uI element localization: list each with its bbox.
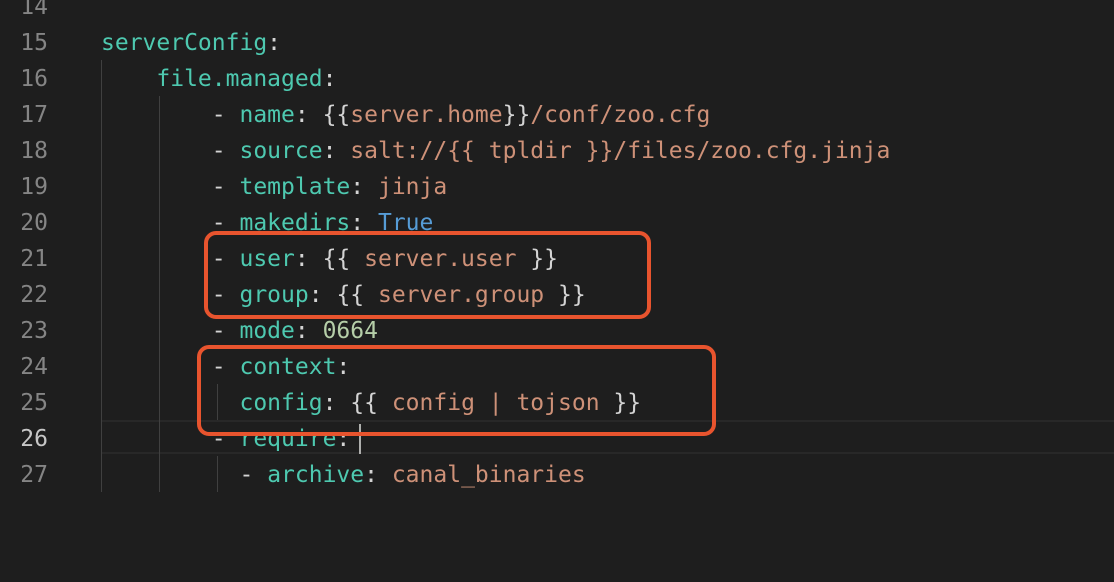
code-token-punct: : xyxy=(364,462,392,488)
code-token-punct: : xyxy=(322,66,337,92)
code-token-punct: : xyxy=(322,138,351,164)
line-number: 25 xyxy=(20,390,48,416)
line-content: file.managed: xyxy=(101,61,336,97)
code-token-punct: : xyxy=(294,318,323,344)
line-content: - name: {{server.home}}/conf/zoo.cfg xyxy=(101,97,711,133)
line-number: 18 xyxy=(20,138,48,164)
code-token-punct: {{ xyxy=(322,102,351,128)
line-content: serverConfig: xyxy=(101,25,281,61)
code-token-punct: : xyxy=(350,174,378,200)
line-number: 26 xyxy=(20,426,48,452)
code-line[interactable]: 16 file.managed: xyxy=(0,61,1114,97)
code-line[interactable]: 18 - source: salt://{{ tpldir }}/files/z… xyxy=(0,133,1114,169)
code-token-key: archive xyxy=(267,462,365,488)
code-token-str: canal_binaries xyxy=(391,462,586,488)
line-number: 14 xyxy=(20,0,48,20)
line-content: - source: salt://{{ tpldir }}/files/zoo.… xyxy=(101,133,891,169)
line-content: - template: jinja xyxy=(101,169,447,205)
code-token-punct: - xyxy=(211,318,240,344)
code-token-punct: : xyxy=(294,102,323,128)
code-token-punct: }} xyxy=(502,102,531,128)
code-token-str: jinja xyxy=(377,174,448,200)
code-token-key: name xyxy=(239,102,295,128)
code-token-key: source xyxy=(239,138,323,164)
line-number: 20 xyxy=(20,210,48,236)
line-number: 23 xyxy=(20,318,48,344)
code-token-punct: - xyxy=(239,462,268,488)
code-token-key: file.managed xyxy=(156,66,323,92)
code-line[interactable]: 17 - name: {{server.home}}/conf/zoo.cfg xyxy=(0,97,1114,133)
code-line[interactable]: 27 - archive: canal_binaries xyxy=(0,457,1114,493)
annotation-box-user-group xyxy=(204,231,651,319)
code-token-punct: - xyxy=(211,138,240,164)
line-number: 22 xyxy=(20,282,48,308)
code-token-key: template xyxy=(239,174,351,200)
code-token-str: salt://{{ tpldir }}/files/zoo.cfg.jinja xyxy=(350,138,891,164)
line-number: 21 xyxy=(20,246,48,272)
line-content: - archive: canal_binaries xyxy=(101,457,586,493)
code-token-punct: - xyxy=(211,102,240,128)
code-line[interactable]: 19 - template: jinja xyxy=(0,169,1114,205)
line-number: 24 xyxy=(20,354,48,380)
code-token-str: /conf/zoo.cfg xyxy=(530,102,711,128)
code-token-num: 0664 xyxy=(322,318,378,344)
code-token-str: server.home xyxy=(350,102,503,128)
line-number: 16 xyxy=(20,66,48,92)
code-line[interactable]: 14 xyxy=(0,0,1114,25)
line-number: 17 xyxy=(20,102,48,128)
code-token-punct: - xyxy=(211,174,240,200)
line-number: 27 xyxy=(20,462,48,488)
line-number: 15 xyxy=(20,30,48,56)
annotation-box-context xyxy=(197,345,716,436)
code-token-key: serverConfig xyxy=(101,30,268,56)
line-number: 19 xyxy=(20,174,48,200)
code-editor[interactable]: 14 15 serverConfig: 16 file.managed: 17 - na… xyxy=(0,0,1114,582)
code-line[interactable]: 15 serverConfig: xyxy=(0,25,1114,61)
code-token-key: mode xyxy=(239,318,295,344)
code-token-punct: : xyxy=(267,30,282,56)
